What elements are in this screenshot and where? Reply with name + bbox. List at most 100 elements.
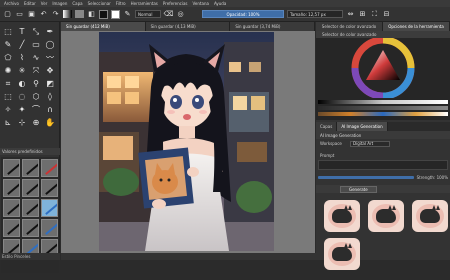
- text-icon[interactable]: T: [16, 26, 28, 37]
- pan-icon[interactable]: ✋: [44, 117, 56, 128]
- crop-icon[interactable]: ⌗: [2, 78, 14, 89]
- size-slider[interactable]: Tamaño: 12,57 px: [287, 10, 343, 18]
- freehand-path-icon[interactable]: 〰: [44, 52, 56, 63]
- brush-preset[interactable]: [22, 199, 39, 217]
- select-shapes-icon[interactable]: ⬚: [2, 26, 14, 37]
- tab-tool-options[interactable]: Opciones de la herramienta: [383, 22, 450, 31]
- brush-preset[interactable]: [22, 159, 39, 177]
- tab-document-1[interactable]: Sin guardar (412 MiB): [61, 22, 146, 31]
- generate-button[interactable]: Generate: [340, 185, 377, 193]
- multibrush-icon[interactable]: ✳: [16, 65, 28, 76]
- result-thumbnail[interactable]: [324, 238, 360, 270]
- result-thumbnail[interactable]: [368, 200, 404, 232]
- ellipse-icon[interactable]: ◯: [44, 39, 56, 50]
- main-toolbar: ▢ ▭ ▣ ↶ ↷ ◧ ✎ Normal ⌫ ◎ Opacidad: 100% …: [0, 7, 450, 22]
- mirror-icon[interactable]: ⇔: [346, 10, 355, 19]
- rectangle-icon[interactable]: ▭: [30, 39, 42, 50]
- brush-preset[interactable]: [22, 179, 39, 197]
- bezier-select-icon[interactable]: ⌒: [30, 104, 42, 115]
- hue-gradient-bar[interactable]: [318, 100, 448, 104]
- brush-preset-selected[interactable]: [41, 199, 58, 217]
- menu-ventana[interactable]: Ventana: [193, 1, 209, 6]
- tab-ai-image-generation[interactable]: AI Image Generation: [337, 122, 388, 131]
- menu-preferencias[interactable]: Preferencias: [163, 1, 188, 6]
- strength-row: Strength: 100%: [318, 174, 448, 181]
- model-select[interactable]: Digital Art: [350, 140, 390, 147]
- brush-preset[interactable]: [41, 159, 58, 177]
- polygon-icon[interactable]: ⬠: [2, 52, 14, 63]
- menu-capa[interactable]: Capa: [72, 1, 82, 6]
- calligraphy-icon[interactable]: ✒: [44, 26, 56, 37]
- background-color-swatch[interactable]: [111, 9, 120, 19]
- freehand-select-icon[interactable]: ◊: [44, 91, 56, 102]
- rect-select-icon[interactable]: ⬚: [2, 91, 14, 102]
- menu-bar: Archivo Editar Ver Imagen Capa Seleccion…: [0, 0, 450, 7]
- gradient-tool-icon[interactable]: ◐: [16, 78, 28, 89]
- save-icon[interactable]: ▣: [27, 10, 36, 19]
- color-wheel[interactable]: [316, 36, 450, 100]
- brush-preset[interactable]: [3, 159, 20, 177]
- brush-preset[interactable]: [3, 219, 20, 237]
- strength-slider[interactable]: [318, 176, 414, 179]
- color-selector-panel[interactable]: [316, 36, 450, 120]
- brush-icon[interactable]: ✎: [2, 39, 14, 50]
- assistant-icon[interactable]: ⊹: [16, 117, 28, 128]
- fill-icon[interactable]: ◧: [87, 10, 96, 19]
- foreground-color-swatch[interactable]: [99, 9, 108, 19]
- eraser-icon[interactable]: ⌫: [164, 10, 174, 19]
- preserve-alpha-icon[interactable]: ◎: [176, 10, 185, 19]
- wrap-icon[interactable]: ⊞: [358, 10, 367, 19]
- bezier-icon[interactable]: ∿: [30, 52, 42, 63]
- polygon-select-icon[interactable]: ⬡: [30, 91, 42, 102]
- fill-tool-icon[interactable]: ◩: [44, 78, 56, 89]
- color-picker-icon[interactable]: ⚲: [30, 78, 42, 89]
- tab-document-2[interactable]: Sin guardar (4,13 MiB): [145, 22, 231, 31]
- menu-seleccionar[interactable]: Seleccionar: [88, 1, 111, 6]
- polyline-icon[interactable]: ⌇: [16, 52, 28, 63]
- menu-ver[interactable]: Ver: [41, 1, 48, 6]
- dynamic-brush-icon[interactable]: ✺: [2, 65, 14, 76]
- menu-filtro[interactable]: Filtro: [116, 1, 126, 6]
- redo-icon[interactable]: ↷: [51, 10, 60, 19]
- brush-preset[interactable]: [22, 219, 39, 237]
- edit-shapes-icon[interactable]: ⤡: [30, 26, 42, 37]
- transform-icon[interactable]: ⤧: [30, 65, 42, 76]
- similar-select-icon[interactable]: ✦: [16, 104, 28, 115]
- blend-mode-select[interactable]: Normal: [135, 10, 161, 18]
- menu-archivo[interactable]: Archivo: [4, 1, 19, 6]
- brush-preset[interactable]: [41, 219, 58, 237]
- tab-layers[interactable]: Capas: [316, 122, 338, 131]
- tab-advanced-color-selector[interactable]: Selector de color avanzado: [316, 22, 383, 31]
- canvas-only-icon[interactable]: ⛶: [370, 10, 379, 19]
- new-document-icon[interactable]: ▢: [3, 10, 12, 19]
- undo-icon[interactable]: ↶: [39, 10, 48, 19]
- result-thumbnail[interactable]: [324, 200, 360, 232]
- gradient-icon[interactable]: [63, 10, 72, 18]
- measure-icon[interactable]: ⊾: [2, 117, 14, 128]
- brush-preset-icon[interactable]: ✎: [123, 10, 132, 19]
- brush-preset[interactable]: [3, 179, 20, 197]
- contiguous-select-icon[interactable]: ✧: [2, 104, 14, 115]
- canvas-area[interactable]: [61, 31, 315, 253]
- menu-editar[interactable]: Editar: [24, 1, 36, 6]
- line-icon[interactable]: ╱: [16, 39, 28, 50]
- brush-preset[interactable]: [3, 199, 20, 217]
- color-history-bar[interactable]: [318, 112, 448, 116]
- ellipse-select-icon[interactable]: ◌: [16, 91, 28, 102]
- pattern-icon[interactable]: [75, 10, 84, 18]
- zoom-icon[interactable]: ⊕: [30, 117, 42, 128]
- saturation-gradient-bar[interactable]: [318, 106, 448, 110]
- brush-preset[interactable]: [41, 179, 58, 197]
- magnetic-select-icon[interactable]: ∩: [44, 104, 56, 115]
- move-icon[interactable]: ✥: [44, 65, 56, 76]
- menu-herramientas[interactable]: Herramientas: [131, 1, 158, 6]
- result-thumbnail[interactable]: [412, 200, 448, 232]
- open-folder-icon[interactable]: ▭: [15, 10, 24, 19]
- grid-icon[interactable]: ⊟: [382, 10, 391, 19]
- menu-ayuda[interactable]: Ayuda: [214, 1, 226, 6]
- menu-imagen[interactable]: Imagen: [52, 1, 67, 6]
- prompt-input[interactable]: [318, 160, 448, 170]
- artwork-image[interactable]: [99, 32, 274, 251]
- opacity-slider[interactable]: Opacidad: 100%: [202, 10, 284, 18]
- tab-document-3[interactable]: Sin guardar (3,74 MiB): [230, 22, 316, 31]
